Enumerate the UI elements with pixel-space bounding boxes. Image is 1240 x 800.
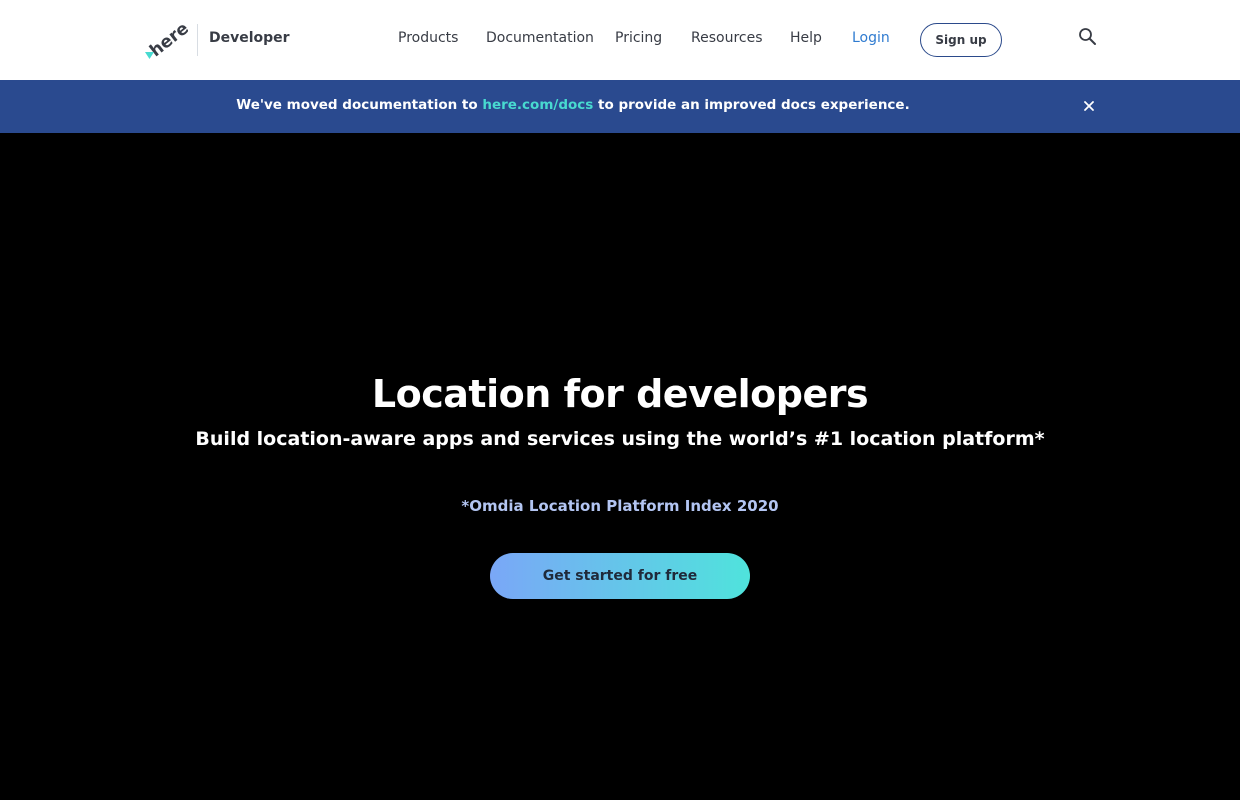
banner-text-after: to provide an improved docs experience. xyxy=(593,97,910,113)
docs-moved-banner: We've moved documentation to here.com/do… xyxy=(0,80,1240,133)
signup-button[interactable]: Sign up xyxy=(920,23,1002,57)
nav-help[interactable]: Help xyxy=(790,30,822,46)
nav-pricing[interactable]: Pricing xyxy=(615,30,662,46)
svg-text:here: here xyxy=(146,19,188,62)
hero-subtitle: Build location-aware apps and services u… xyxy=(195,428,1045,450)
brand-developer[interactable]: Developer xyxy=(209,30,290,46)
nav-documentation[interactable]: Documentation xyxy=(486,30,594,46)
banner-docs-link[interactable]: here.com/docs xyxy=(482,97,593,113)
get-started-button[interactable]: Get started for free xyxy=(490,553,750,599)
nav-resources[interactable]: Resources xyxy=(691,30,763,46)
search-icon[interactable] xyxy=(1078,27,1098,47)
hero-title: Location for developers xyxy=(371,372,869,416)
hero-footnote: *Omdia Location Platform Index 2020 xyxy=(461,497,779,515)
banner-message: We've moved documentation to here.com/do… xyxy=(0,97,1146,113)
close-icon[interactable] xyxy=(1082,98,1096,112)
logo-divider xyxy=(197,24,198,56)
banner-text-before: We've moved documentation to xyxy=(236,97,483,113)
here-logo-icon: here xyxy=(145,19,193,62)
site-header: here Developer Products Documentation Pr… xyxy=(0,0,1240,80)
nav-login[interactable]: Login xyxy=(852,30,890,46)
nav-products[interactable]: Products xyxy=(398,30,458,46)
here-logo[interactable]: here xyxy=(144,18,193,62)
